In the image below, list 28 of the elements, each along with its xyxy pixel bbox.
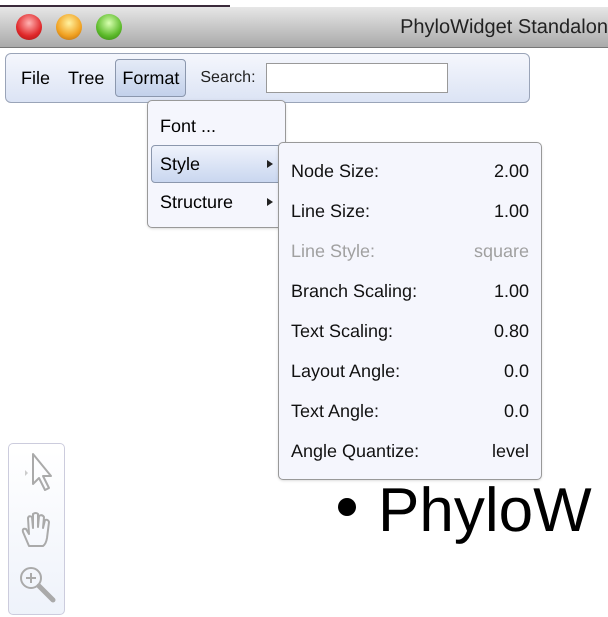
menu-item[interactable]: Tree xyxy=(61,59,112,97)
search-label: Search: xyxy=(200,68,256,88)
menu-option[interactable]: Font ... xyxy=(151,107,282,145)
option-label: Line Style: xyxy=(291,240,376,263)
close-button[interactable] xyxy=(16,14,42,40)
tree-node-icon xyxy=(338,498,356,516)
minimize-button[interactable] xyxy=(56,14,82,40)
window-title: PhyloWidget Standalon xyxy=(400,15,608,40)
option-label: Node Size: xyxy=(291,160,380,182)
option-label: Angle Quantize: xyxy=(291,440,420,463)
option-value[interactable]: 0.80 xyxy=(494,318,529,344)
menu-item[interactable]: File xyxy=(14,59,58,97)
menu-item[interactable]: Format xyxy=(115,59,186,97)
option-value[interactable]: 2.00 xyxy=(494,158,529,184)
option-label: Text Angle: xyxy=(291,400,380,423)
option-label: Layout Angle: xyxy=(291,360,400,383)
search-field[interactable] xyxy=(266,63,448,93)
tree-label: PhyloW xyxy=(378,480,592,542)
option-value[interactable]: 0.0 xyxy=(504,358,529,384)
option-value[interactable]: level xyxy=(492,438,529,464)
option-label: Branch Scaling: xyxy=(291,280,418,303)
option-value[interactable]: 1.00 xyxy=(494,198,529,224)
option-value[interactable]: 1.00 xyxy=(494,278,529,304)
zoom-button[interactable] xyxy=(96,14,122,40)
option-label: Text Scaling: xyxy=(291,320,394,343)
option-value[interactable]: 0.0 xyxy=(504,398,529,424)
option-label: Line Size: xyxy=(291,200,370,222)
menu-option[interactable]: Structure xyxy=(151,183,282,221)
